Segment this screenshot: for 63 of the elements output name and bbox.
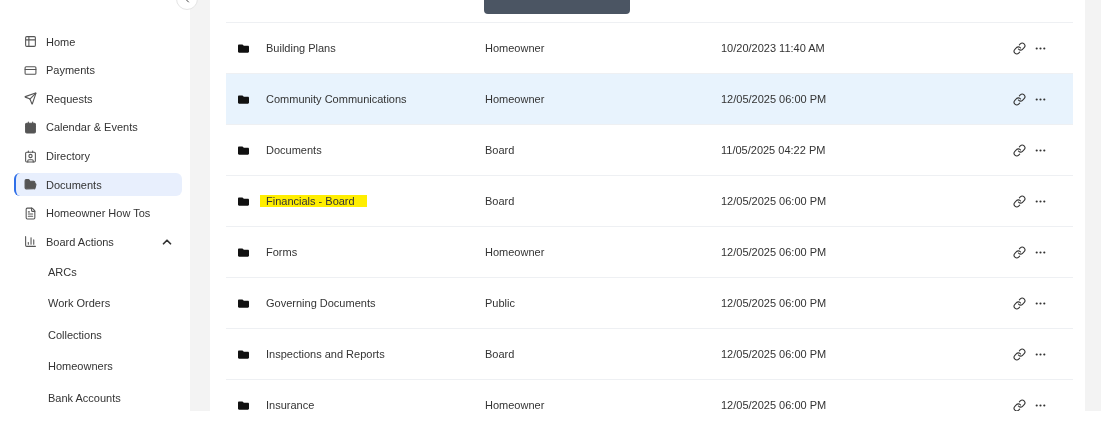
date-cell-text: 12/05/2025 06:00 PM (721, 195, 828, 207)
sidebar-subitem[interactable]: Work Orders (14, 290, 182, 317)
date-cell-text: 11/05/2025 04:22 PM (721, 144, 827, 156)
link-icon[interactable] (1013, 143, 1026, 157)
table-row[interactable]: Community Communications Homeowner 12/05/2025 06:00 PM (226, 73, 1073, 124)
table-row[interactable]: Insurance Homeowner 12/05/2025 06:00 PM (226, 379, 1073, 411)
access-cell-text: Homeowner (485, 246, 546, 258)
link-icon[interactable] (1013, 398, 1026, 411)
sidebar-subitem[interactable]: Homeowners (14, 353, 182, 380)
folder-icon (238, 297, 249, 309)
paper-plane-icon (24, 92, 37, 106)
bar-chart-icon (24, 235, 37, 249)
date-cell-text: 10/20/2023 11:40 AM (721, 42, 826, 54)
date-cell-text: 12/05/2025 06:00 PM (721, 297, 828, 309)
sidebar-subitem[interactable]: Collections (14, 321, 182, 348)
access-cell-text: Homeowner (485, 42, 546, 54)
sidebar-subitem[interactable]: ARCs (14, 258, 182, 285)
sidebar-subitem[interactable]: Bank Accounts (14, 384, 182, 411)
sidebar-item[interactable]: Calendar & Events (14, 115, 182, 140)
calendar-icon (24, 120, 37, 134)
date-cell-text: 12/05/2025 06:00 PM (721, 399, 828, 411)
link-icon[interactable] (1013, 347, 1026, 361)
access-cell-text: Homeowner (485, 399, 546, 411)
folder-name[interactable]: Community Communications (260, 93, 419, 105)
link-icon[interactable] (1013, 41, 1026, 55)
folder-name[interactable]: Forms (260, 246, 310, 258)
date-cell-text: 12/05/2025 06:00 PM (721, 246, 828, 258)
contact-card-icon (24, 149, 37, 163)
link-icon[interactable] (1013, 296, 1026, 310)
folder-icon (238, 348, 249, 360)
folder-name[interactable]: Governing Documents (260, 297, 388, 309)
sidebar-item[interactable]: Home (14, 30, 182, 54)
folder-name[interactable]: Inspections and Reports (260, 348, 397, 360)
document-icon (24, 206, 37, 220)
access-cell-text: Board (485, 144, 516, 156)
link-icon[interactable] (1013, 194, 1026, 208)
sidebar-item[interactable]: Documents (14, 172, 182, 197)
folder-name[interactable]: Insurance (260, 399, 327, 411)
folder-name[interactable]: Documents (260, 144, 334, 156)
access-cell-text: Board (485, 195, 516, 207)
access-cell-text: Public (485, 297, 516, 309)
credit-card-icon (24, 63, 37, 77)
folder-name[interactable]: Building Plans (260, 42, 348, 54)
table-icon (24, 35, 37, 49)
sidebar-item[interactable]: Requests (14, 87, 182, 111)
folder-icon (24, 178, 37, 192)
folder-icon (238, 93, 249, 105)
folder-icon (238, 195, 249, 207)
access-cell-text: Board (485, 348, 516, 360)
folder-icon (238, 144, 249, 156)
sidebar-item[interactable]: Homeowner How Tos (14, 201, 182, 225)
folder-name[interactable]: Financials - Board (260, 195, 367, 207)
date-cell-text: 12/05/2025 06:00 PM (721, 93, 828, 105)
folder-icon (238, 42, 249, 54)
sidebar-item[interactable]: Board Actions (14, 229, 182, 254)
link-icon[interactable] (1013, 245, 1026, 259)
folder-icon (238, 246, 249, 258)
sidebar-item[interactable]: Payments (14, 58, 182, 83)
folder-icon (238, 399, 249, 411)
sidebar-item[interactable]: Directory (14, 144, 182, 168)
link-icon[interactable] (1013, 92, 1026, 106)
access-cell-text: Homeowner (485, 93, 546, 105)
date-cell-text: 12/05/2025 06:00 PM (721, 348, 828, 360)
